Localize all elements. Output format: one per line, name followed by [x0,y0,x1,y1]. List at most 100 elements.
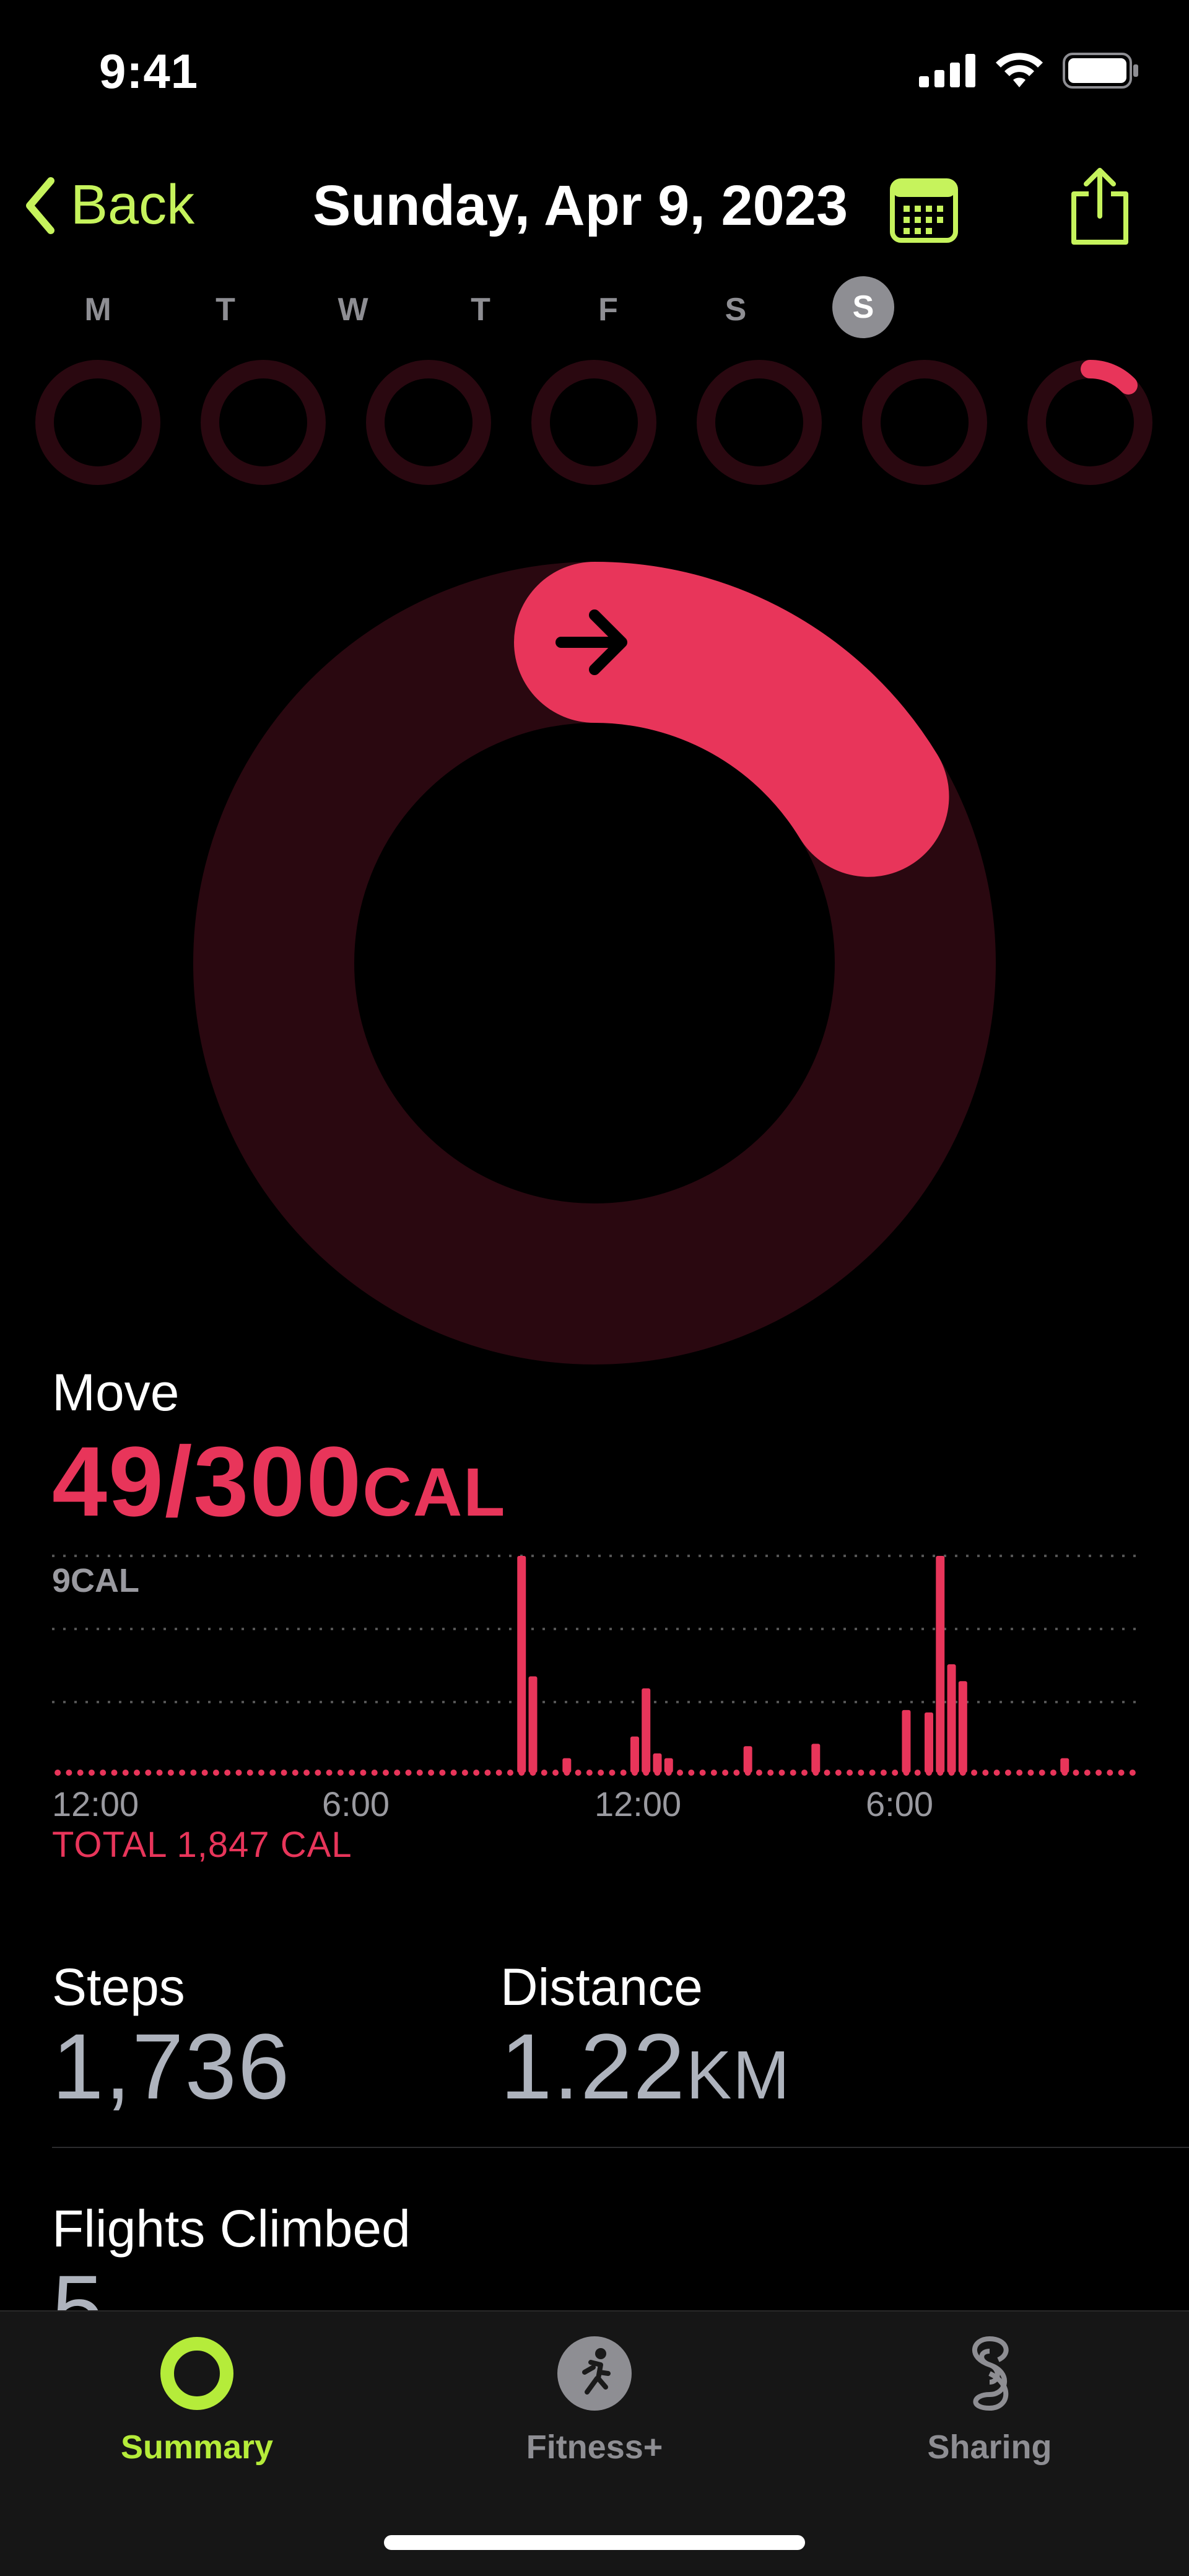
day-label-thu[interactable]: T [417,291,544,338]
chart-baseline-dot [371,1770,378,1776]
chart-baseline-dot [880,1770,887,1776]
activity-ring-icon [160,2337,233,2410]
battery-icon [1063,53,1138,89]
chart-baseline-dot [100,1770,107,1776]
chart-baseline-dot [598,1770,604,1776]
chart-baseline-dot [1084,1770,1091,1776]
move-value-number: 49/300 [52,1426,363,1537]
chart-baseline-dot [552,1770,559,1776]
tab-fitness-plus[interactable]: Fitness+ [471,2335,718,2466]
week-ring-wed [366,360,491,485]
chart-baseline-dot [235,1770,242,1776]
week-ring-thu [531,360,656,485]
chart-bar [642,1688,651,1773]
chart-baseline-dot [484,1770,491,1776]
status-time: 9:41 [99,44,199,98]
chart-baseline-dot [1016,1770,1023,1776]
back-label: Back [71,174,195,236]
day-label-tue[interactable]: T [162,291,289,338]
chevron-left-icon [26,177,54,234]
calendar-button[interactable] [881,167,967,254]
chart-baseline-dot [201,1770,208,1776]
chart-baseline-dot [382,1770,389,1776]
chart-baseline-dot [869,1770,876,1776]
move-ring [193,562,996,1364]
chart-baseline-dot [722,1770,729,1776]
chart-bar [902,1709,911,1773]
day-label-mon[interactable]: M [34,291,162,338]
week-rings [35,359,1152,485]
tab-sharing[interactable]: Sharing [866,2335,1113,2466]
tab-fitness-plus-label: Fitness+ [526,2429,663,2466]
chart-baseline-dot [88,1770,95,1776]
chart-bar [811,1744,821,1773]
day-label-wed[interactable]: W [289,291,417,338]
chart-baseline-dot [756,1770,762,1776]
chart-baseline-dot [710,1770,717,1776]
back-button[interactable]: Back [25,173,194,237]
chart-baseline-dot [1107,1770,1113,1776]
chart-baseline-dot [778,1770,785,1776]
chart-baseline-dot [507,1770,513,1776]
chart-baseline-dot [993,1770,1000,1776]
day-label-sat[interactable]: S [672,291,799,338]
chart-baseline-dot [1027,1770,1034,1776]
chart-baseline-dot [428,1770,435,1776]
week-ring-fri [697,360,822,485]
tab-summary-label: Summary [120,2429,274,2466]
share-icon [1071,168,1128,245]
day-label-fri[interactable]: F [544,291,672,338]
chart-bar [528,1676,538,1773]
chart-baseline-dot [134,1770,141,1776]
distance-number: 1.22 [500,2014,686,2118]
chart-baseline-dot [303,1770,310,1776]
chart-bar [743,1746,752,1773]
chart-baseline-dot [258,1770,265,1776]
week-ring-sat [862,360,987,485]
chart-baseline-dot [892,1770,899,1776]
chart-baseline [54,1770,1136,1776]
chart-baseline-dot [620,1770,627,1776]
chart-baseline-dot [541,1770,547,1776]
wifi-icon [996,53,1043,87]
home-indicator [384,2535,805,2550]
chart-baseline-dot [145,1770,152,1776]
chart-xtick-4: 6:00 [866,1784,933,1823]
chart-baseline-dot [790,1770,796,1776]
cellular-signal-icon [919,54,975,87]
chart-baseline-dot [1039,1770,1045,1776]
week-day-labels: M T W T F S S [34,276,927,338]
sharing-rings-icon [972,2336,1009,2411]
chart-xtick-3: 12:00 [594,1784,682,1823]
chart-bar [517,1556,526,1773]
chart-total: TOTAL 1,847 CAL [52,1825,352,1865]
steps-label: Steps [52,1958,185,2016]
chart-baseline-dot [439,1770,446,1776]
chart-baseline-dot [1050,1770,1056,1776]
chart-baseline-dot [66,1770,72,1776]
chart-ylabel-top: 9CAL [52,1562,139,1599]
tab-summary[interactable]: Summary [73,2335,321,2466]
chart-baseline-dot [495,1770,502,1776]
chart-bar [653,1753,662,1773]
chart-baseline-dot [688,1770,695,1776]
chart-bar [562,1758,572,1773]
chart-bar [664,1758,673,1773]
chart-baseline-dot [461,1770,468,1776]
chart-baseline-dot [54,1770,61,1776]
chart-baseline-dot [1118,1770,1125,1776]
share-button[interactable] [1056,162,1143,249]
chart-baseline-dot [269,1770,276,1776]
steps-value: 1,736 [52,2014,291,2118]
chart-baseline-dot [122,1770,129,1776]
chart-baseline-dot [473,1770,480,1776]
chart-baseline-dot [416,1770,423,1776]
chart-baseline-dot [1073,1770,1079,1776]
chart-baseline-dot [847,1770,853,1776]
chart-baseline-dot [224,1770,231,1776]
chart-baseline-dot [914,1770,921,1776]
chart-bar [630,1736,639,1773]
chart-bars [517,1556,1069,1773]
chart-baseline-dot [190,1770,197,1776]
day-label-sun-today[interactable]: S [799,276,927,338]
